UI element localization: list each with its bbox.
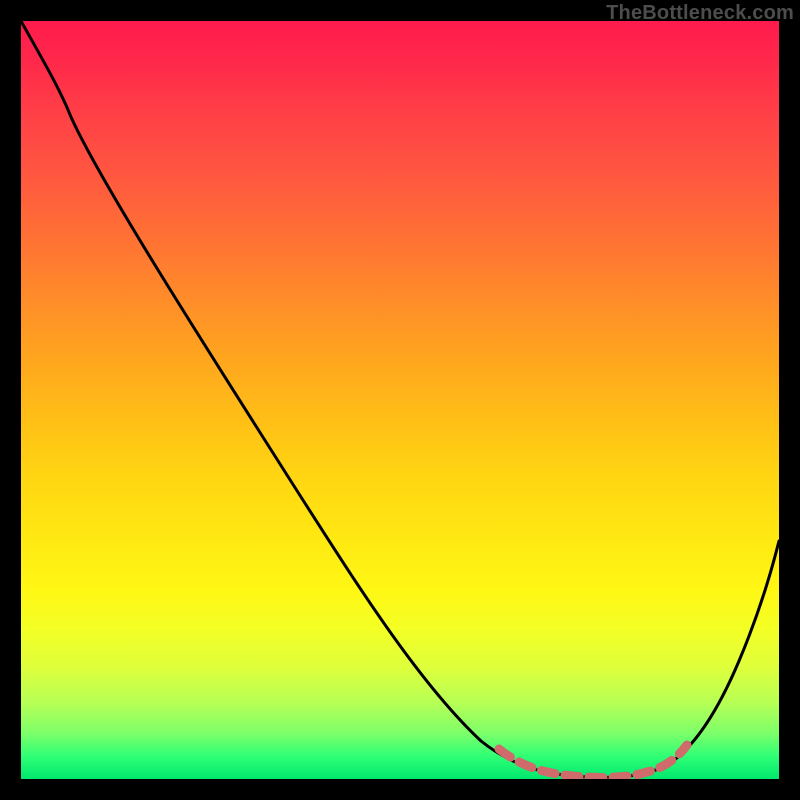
plot-area <box>21 21 779 779</box>
chart-frame: TheBottleneck.com <box>0 0 800 800</box>
bottleneck-curve-path <box>21 21 779 777</box>
optimal-range-path <box>499 745 687 777</box>
curve-svg <box>21 21 779 779</box>
